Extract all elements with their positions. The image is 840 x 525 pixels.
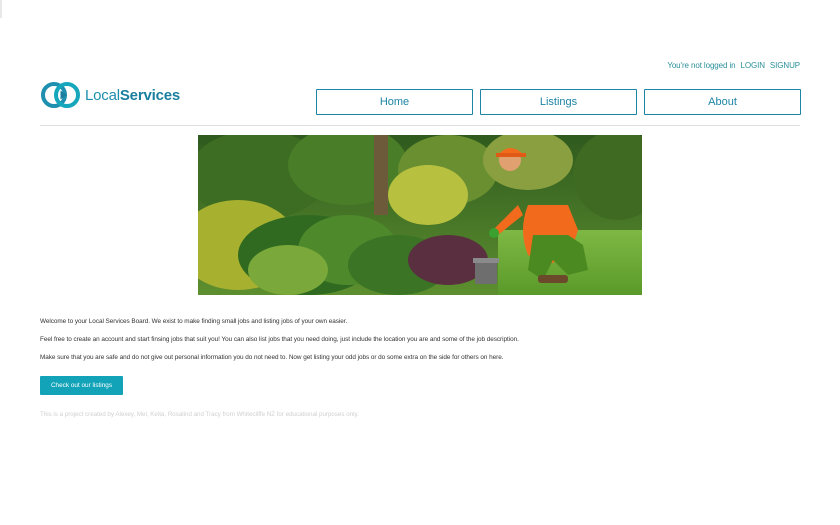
hero-image [198, 135, 642, 295]
logo-mark-icon [41, 82, 80, 108]
check-listings-button[interactable]: Check out our listings [40, 376, 123, 395]
info-paragraph: Feel free to create an account and start… [40, 336, 519, 343]
main-nav: Home Listings About [316, 89, 801, 115]
corner-mark [0, 0, 2, 18]
signup-link[interactable]: SIGNUP [770, 61, 800, 70]
logo[interactable]: LocalServices [41, 81, 180, 109]
nav-home[interactable]: Home [316, 89, 473, 115]
header-divider [40, 125, 800, 126]
safety-paragraph: Make sure that you are safe and do not g… [40, 354, 504, 361]
logo-text-services: Services [119, 86, 180, 104]
welcome-paragraph: Welcome to your Local Services Board. We… [40, 318, 348, 325]
page: You're not logged in LOGIN SIGNUP LocalS… [0, 0, 840, 525]
welcome-content: Welcome to your Local Services Board. We… [40, 318, 800, 372]
gardener-photo-icon [198, 135, 642, 295]
login-link[interactable]: LOGIN [741, 61, 766, 70]
logo-text-local: Local [85, 86, 120, 104]
auth-status: You're not logged in [667, 61, 736, 70]
nav-about[interactable]: About [644, 89, 801, 115]
nav-listings[interactable]: Listings [480, 89, 637, 115]
auth-bar: You're not logged in LOGIN SIGNUP [667, 61, 800, 70]
logo-text: LocalServices [85, 87, 180, 104]
footer-note: This is a project created by Alexey, Mel… [40, 411, 359, 418]
